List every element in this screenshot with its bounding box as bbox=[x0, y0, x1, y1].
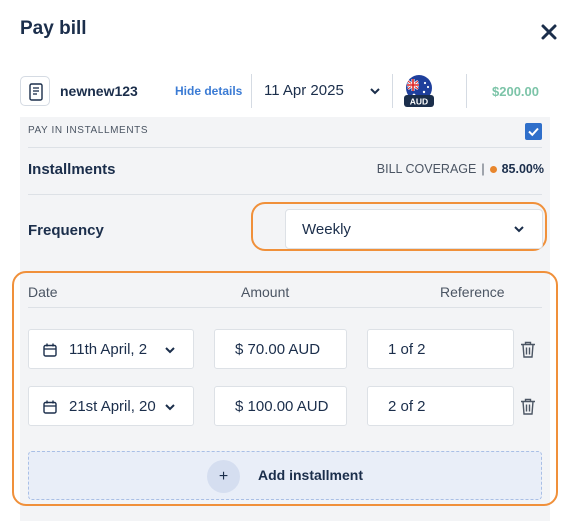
close-icon[interactable] bbox=[539, 22, 559, 42]
installment-date: 21st April, 20 bbox=[69, 398, 156, 415]
add-installment-label: Add installment bbox=[258, 467, 364, 483]
installment-date-select[interactable]: 11th April, 2 bbox=[28, 329, 194, 369]
document-icon bbox=[20, 76, 50, 106]
coverage-status-dot bbox=[489, 165, 497, 173]
installment-reference: 1 of 2 bbox=[388, 341, 426, 358]
chevron-down-icon[interactable] bbox=[370, 88, 380, 95]
hide-details-link[interactable]: Hide details bbox=[175, 84, 242, 98]
chevron-down-icon bbox=[165, 347, 175, 354]
installment-amount-input[interactable]: $ 100.00 AUD bbox=[214, 386, 347, 426]
currency-code: AUD bbox=[410, 97, 428, 107]
column-header-amount: Amount bbox=[241, 284, 290, 300]
bill-summary-row: newnew123 Hide details 11 Apr 2025 AUD $… bbox=[20, 72, 550, 112]
installment-reference-input[interactable]: 1 of 2 bbox=[367, 329, 514, 369]
plus-icon: + bbox=[207, 460, 240, 493]
bill-coverage-value: 85.00% bbox=[501, 162, 544, 176]
installment-date-select[interactable]: 21st April, 20 bbox=[28, 386, 194, 426]
divider bbox=[28, 307, 542, 308]
installment-reference-input[interactable]: 2 of 2 bbox=[367, 386, 514, 426]
divider bbox=[28, 194, 542, 195]
calendar-icon bbox=[43, 400, 57, 414]
bill-coverage: BILL COVERAGE | 85.00% bbox=[377, 162, 544, 176]
divider bbox=[251, 74, 252, 108]
bill-amount: $200.00 bbox=[492, 84, 539, 99]
column-header-date: Date bbox=[28, 284, 58, 300]
add-installment-button[interactable]: + Add installment bbox=[28, 451, 542, 500]
divider bbox=[392, 74, 393, 108]
installment-reference: 2 of 2 bbox=[388, 398, 426, 415]
chevron-down-icon bbox=[165, 404, 175, 411]
bill-name: newnew123 bbox=[60, 83, 138, 99]
trash-icon[interactable] bbox=[520, 341, 536, 358]
pay-in-installments-checkbox[interactable] bbox=[525, 123, 542, 140]
page-title: Pay bill bbox=[20, 18, 87, 39]
divider bbox=[466, 74, 467, 108]
column-header-reference: Reference bbox=[440, 284, 505, 300]
installment-amount: $ 100.00 AUD bbox=[235, 398, 328, 415]
bill-date-select[interactable]: 11 Apr 2025 bbox=[264, 82, 344, 99]
australia-flag-icon: AUD bbox=[404, 75, 434, 107]
trash-icon[interactable] bbox=[520, 398, 536, 415]
frequency-value: Weekly bbox=[302, 221, 351, 238]
chevron-down-icon bbox=[514, 226, 524, 233]
installment-amount: $ 70.00 AUD bbox=[235, 341, 321, 358]
coverage-separator: | bbox=[481, 162, 485, 176]
installments-panel: PAY IN INSTALLMENTS Installments BILL CO… bbox=[12, 117, 558, 521]
pay-in-installments-label: PAY IN INSTALLMENTS bbox=[28, 125, 149, 136]
installments-title: Installments bbox=[28, 161, 116, 178]
frequency-select[interactable]: Weekly bbox=[285, 209, 543, 249]
installment-date: 11th April, 2 bbox=[69, 341, 148, 358]
installment-amount-input[interactable]: $ 70.00 AUD bbox=[214, 329, 347, 369]
calendar-icon bbox=[43, 343, 57, 357]
bill-coverage-label: BILL COVERAGE bbox=[376, 162, 477, 176]
checkmark-icon bbox=[528, 127, 539, 137]
divider bbox=[28, 147, 542, 148]
frequency-label: Frequency bbox=[28, 222, 104, 239]
